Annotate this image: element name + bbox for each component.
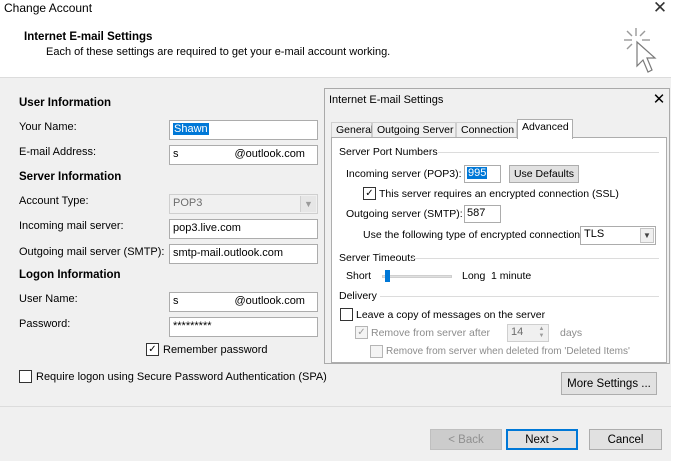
tab-outgoing-server[interactable]: Outgoing Server — [372, 122, 456, 138]
name-input[interactable]: Shawn — [169, 120, 318, 140]
remove-after-label: Remove from server after — [371, 326, 491, 339]
remember-password-checkbox[interactable]: ✓ — [146, 343, 159, 356]
encryption-select[interactable]: TLS ▼ — [580, 226, 656, 245]
ports-group-title: Server Port Numbers — [339, 146, 438, 158]
ports-group-divider — [438, 152, 659, 153]
account-type-value: POP3 — [173, 197, 203, 209]
delivery-group-divider — [380, 296, 659, 297]
name-label: Your Name: — [19, 121, 77, 133]
username-suffix: @outlook.com — [234, 295, 305, 307]
window-title: Change Account — [4, 1, 93, 15]
password-input[interactable]: ********* — [169, 317, 318, 337]
outgoing-port-input[interactable]: 587 — [464, 205, 501, 223]
dialog-title: Internet E-mail Settings — [329, 94, 444, 106]
delivery-group-title: Delivery — [339, 290, 377, 302]
password-label: Password: — [19, 318, 71, 330]
ssl-checkbox-row[interactable]: ✓ This server requires an encrypted conn… — [363, 187, 619, 200]
incoming-port-input[interactable]: 995 — [464, 165, 501, 183]
leave-copy-label: Leave a copy of messages on the server — [356, 308, 546, 321]
days-label: days — [560, 327, 583, 339]
timeout-long-label: Long — [462, 270, 486, 282]
internet-email-settings-dialog: Internet E-mail Settings ✕ General Outgo… — [324, 88, 670, 364]
remove-deleted-checkbox-row: Remove from server when deleted from 'De… — [370, 345, 630, 358]
email-suffix: @outlook.com — [234, 148, 305, 160]
timeout-short-label: Short — [346, 270, 372, 282]
remove-after-days-input: 14 ▲ ▼ — [507, 324, 549, 342]
name-value: Shawn — [173, 123, 209, 135]
server-info-heading: Server Information — [19, 171, 122, 183]
email-label: E-mail Address: — [19, 146, 97, 158]
dialog-close-icon[interactable]: ✕ — [651, 90, 667, 108]
title-bar: Change Account ✕ — [0, 0, 678, 20]
next-button[interactable]: Next > — [506, 429, 578, 450]
back-button[interactable]: < Back — [430, 429, 502, 450]
email-input[interactable]: s @outlook.com — [169, 145, 318, 165]
header-subtitle: Each of these settings are required to g… — [46, 46, 391, 58]
close-icon[interactable]: ✕ — [650, 0, 670, 18]
remove-after-days-value: 14 — [511, 326, 524, 338]
incoming-server-label: Incoming mail server: — [19, 220, 124, 232]
timeout-slider[interactable] — [382, 269, 452, 283]
leave-copy-checkbox-row[interactable]: Leave a copy of messages on the server — [340, 308, 545, 321]
tab-general[interactable]: General — [331, 122, 373, 138]
remove-after-checkbox: ✓ — [355, 326, 368, 339]
tab-connection[interactable]: Connection — [456, 122, 517, 138]
more-settings-button[interactable]: More Settings ... — [561, 372, 657, 395]
incoming-port-value: 995 — [467, 167, 488, 179]
header-banner: Internet E-mail Settings Each of these s… — [0, 20, 678, 78]
remove-deleted-checkbox — [370, 345, 383, 358]
spa-checkbox[interactable] — [19, 370, 32, 383]
timeout-value: 1 minute — [491, 270, 532, 282]
incoming-server-input[interactable]: pop3.live.com — [169, 219, 318, 239]
right-edge-strip — [671, 20, 678, 461]
ssl-checkbox[interactable]: ✓ — [363, 187, 376, 200]
header-title: Internet E-mail Settings — [24, 31, 153, 43]
account-type-label: Account Type: — [19, 195, 89, 207]
password-value: ********* — [173, 320, 212, 332]
remember-password-checkbox-row[interactable]: ✓ Remember password — [146, 343, 268, 356]
chevron-down-icon: ▼ — [640, 228, 654, 243]
remember-password-label: Remember password — [163, 343, 268, 356]
username-prefix: s — [173, 295, 179, 307]
outgoing-server-input[interactable]: smtp-mail.outlook.com — [169, 244, 318, 264]
account-type-select: POP3 ▼ — [169, 194, 318, 214]
outgoing-server-label: Outgoing mail server (SMTP): — [19, 246, 165, 258]
user-info-heading: User Information — [19, 97, 112, 109]
incoming-server-value: pop3.live.com — [173, 222, 241, 234]
spa-label: Require logon using Secure Password Auth… — [36, 370, 327, 383]
timeouts-group-title: Server Timeouts — [339, 252, 416, 264]
cursor-sparkle-icon — [624, 28, 657, 73]
email-prefix: s — [173, 148, 179, 160]
chevron-down-icon: ▼ — [300, 196, 316, 212]
timeout-slider-track — [382, 275, 452, 278]
cancel-button[interactable]: Cancel — [589, 429, 662, 450]
spa-checkbox-row[interactable]: Require logon using Secure Password Auth… — [19, 370, 327, 383]
username-input[interactable]: s @outlook.com — [169, 292, 318, 312]
outgoing-port-value: 587 — [467, 207, 486, 219]
logon-info-heading: Logon Information — [19, 269, 121, 281]
spinner-icon: ▲ ▼ — [538, 326, 545, 339]
advanced-tab-panel: Server Port Numbers Incoming server (POP… — [331, 137, 667, 363]
timeouts-group-divider — [412, 258, 659, 259]
outgoing-server-value: smtp-mail.outlook.com — [173, 247, 284, 259]
leave-copy-checkbox[interactable] — [340, 308, 353, 321]
tab-advanced[interactable]: Advanced — [517, 119, 573, 139]
username-label: User Name: — [19, 293, 78, 305]
remove-after-checkbox-row: ✓ Remove from server after — [355, 326, 490, 339]
incoming-port-label: Incoming server (POP3): — [346, 168, 462, 180]
ssl-label: This server requires an encrypted connec… — [379, 187, 619, 200]
use-defaults-button[interactable]: Use Defaults — [509, 165, 579, 183]
encryption-value: TLS — [584, 228, 605, 240]
remove-deleted-label: Remove from server when deleted from 'De… — [386, 346, 630, 357]
encryption-label: Use the following type of encrypted conn… — [363, 229, 584, 241]
timeout-slider-thumb[interactable] — [385, 270, 391, 282]
outgoing-port-label: Outgoing server (SMTP): — [346, 208, 463, 220]
